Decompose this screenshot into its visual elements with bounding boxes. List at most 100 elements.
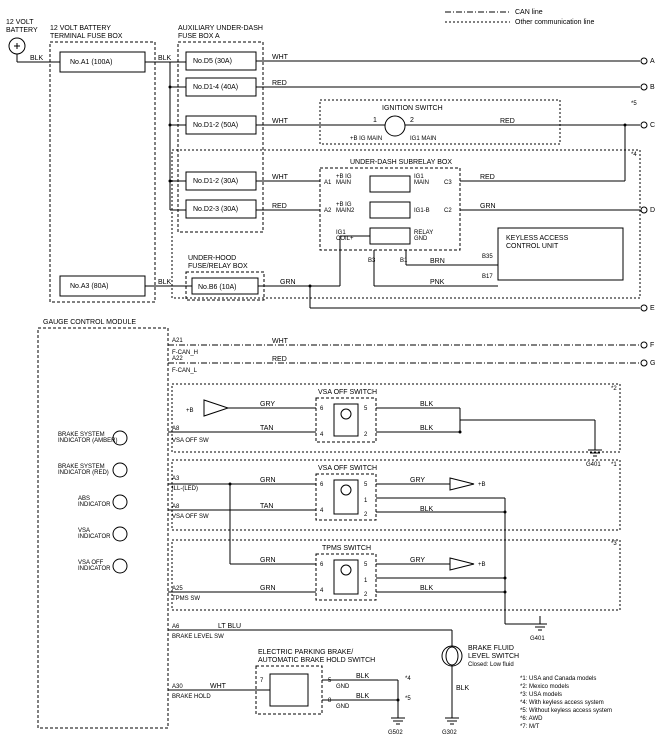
svg-text:*5: *5 [631, 101, 637, 107]
svg-text:No.D1-4 (40A): No.D1-4 (40A) [193, 84, 238, 91]
svg-text:4: 4 [320, 432, 324, 438]
svg-text:TERMINAL FUSE BOX: TERMINAL FUSE BOX [50, 33, 123, 40]
svg-text:*3: USA models: *3: USA models [520, 692, 562, 698]
svg-text:ILL-(LED): ILL-(LED) [172, 486, 198, 492]
svg-text:GRN: GRN [480, 203, 496, 210]
svg-text:GRN: GRN [260, 585, 276, 592]
svg-text:BLK: BLK [420, 585, 434, 592]
svg-text:A: A [650, 58, 655, 65]
keyless-access-unit: KEYLESS ACCESS CONTROL UNIT [498, 228, 623, 280]
svg-text:A3: A3 [172, 476, 180, 482]
svg-text:LT BLU: LT BLU [218, 623, 241, 630]
svg-text:F-CAN_L: F-CAN_L [172, 368, 198, 374]
svg-text:GRY: GRY [410, 477, 425, 484]
svg-text:*2: Mexico models: *2: Mexico models [520, 684, 569, 690]
ground-g502: G502 [388, 730, 403, 736]
svg-text:CONTROL UNIT: CONTROL UNIT [506, 243, 559, 250]
svg-text:RED: RED [480, 174, 495, 181]
under-hood-box: UNDER-HOOD FUSE/RELAY BOX No.B6 (10A) [186, 255, 264, 300]
buffer-icon [204, 400, 228, 416]
svg-text:A8: A8 [172, 426, 180, 432]
svg-text:GRN: GRN [260, 477, 276, 484]
legend: CAN line Other communication line [445, 9, 594, 26]
svg-text:C2: C2 [444, 208, 452, 214]
svg-text:C3: C3 [444, 180, 452, 186]
brake-fluid-switch: BRAKE FLUID LEVEL SWITCH Closed: Low flu… [442, 645, 519, 668]
svg-text:GRN: GRN [260, 557, 276, 564]
svg-text:No.D5 (30A): No.D5 (30A) [193, 58, 232, 65]
svg-text:CAN line: CAN line [515, 9, 543, 16]
svg-text:INDICATOR: INDICATOR [78, 534, 111, 540]
svg-text:BRAKE FLUID: BRAKE FLUID [468, 645, 514, 652]
terminal-fuse-box: 12 VOLT BATTERY TERMINAL FUSE BOX No.A1 … [50, 25, 155, 302]
svg-text:GRY: GRY [410, 557, 425, 564]
svg-text:PNK: PNK [430, 279, 445, 286]
svg-text:BLK: BLK [420, 425, 434, 432]
svg-text:No.B6 (10A): No.B6 (10A) [198, 284, 237, 291]
svg-text:A2: A2 [324, 208, 332, 214]
svg-text:No.D2-3 (30A): No.D2-3 (30A) [193, 206, 238, 213]
svg-text:*5: *5 [405, 696, 411, 702]
svg-text:5: 5 [364, 562, 368, 568]
svg-text:INDICATOR (AMBER): INDICATOR (AMBER) [58, 438, 117, 444]
svg-text:GND: GND [414, 236, 428, 242]
svg-text:TAN: TAN [260, 425, 273, 432]
svg-text:E: E [650, 305, 655, 312]
svg-text:RED: RED [272, 80, 287, 87]
svg-text:AUXILIARY UNDER-DASH: AUXILIARY UNDER-DASH [178, 25, 263, 32]
svg-text:Other communication line: Other communication line [515, 19, 594, 26]
svg-text:AUTOMATIC BRAKE HOLD SWITCH: AUTOMATIC BRAKE HOLD SWITCH [258, 657, 375, 664]
svg-text:12 VOLT BATTERY: 12 VOLT BATTERY [50, 25, 111, 32]
svg-text:B17: B17 [482, 274, 493, 280]
svg-text:A22: A22 [172, 356, 183, 362]
svg-text:8: 8 [328, 698, 332, 704]
svg-text:+B: +B [478, 482, 486, 488]
svg-text:A6: A6 [172, 624, 180, 630]
svg-text:VSA OFF SW: VSA OFF SW [172, 438, 209, 444]
svg-text:5: 5 [364, 482, 368, 488]
svg-text:VSA OFF SWITCH: VSA OFF SWITCH [318, 389, 377, 396]
svg-text:B3: B3 [368, 258, 376, 264]
svg-text:A8: A8 [172, 504, 180, 510]
svg-text:FUSE BOX A: FUSE BOX A [178, 33, 220, 40]
svg-text:*1: *1 [611, 462, 617, 468]
svg-text:BRN: BRN [430, 258, 445, 265]
svg-text:RED: RED [272, 356, 287, 363]
svg-text:G401: G401 [530, 636, 545, 642]
indicator: BRAKE SYSTEMINDICATOR (AMBER) [58, 431, 127, 445]
svg-text:7: 7 [260, 678, 264, 684]
svg-text:A30: A30 [172, 684, 183, 690]
svg-text:GRN: GRN [280, 279, 296, 286]
svg-text:C: C [650, 122, 655, 129]
svg-text:4: 4 [320, 508, 324, 514]
svg-text:5: 5 [364, 406, 368, 412]
svg-text:LEVEL SWITCH: LEVEL SWITCH [468, 653, 519, 660]
svg-text:D: D [650, 207, 655, 214]
wire-blk: BLK [30, 55, 44, 62]
svg-text:IG1-B: IG1-B [414, 208, 430, 214]
svg-text:BRAKE LEVEL SW: BRAKE LEVEL SW [172, 634, 224, 640]
svg-text:+B: +B [478, 562, 486, 568]
svg-text:*1: USA and Canada models: *1: USA and Canada models [520, 676, 596, 682]
svg-text:BLK: BLK [158, 55, 172, 62]
svg-text:GAUGE CONTROL MODULE: GAUGE CONTROL MODULE [43, 319, 136, 326]
svg-text:Closed: Low fluid: Closed: Low fluid [468, 662, 514, 668]
svg-text:6: 6 [320, 482, 324, 488]
svg-text:*3: *3 [611, 541, 617, 547]
svg-text:B1: B1 [400, 258, 408, 264]
svg-text:TPMS SWITCH: TPMS SWITCH [322, 545, 371, 552]
buffer-icon [450, 478, 474, 490]
svg-text:No.A1 (100A): No.A1 (100A) [70, 59, 112, 66]
svg-text:BRAKE HOLD: BRAKE HOLD [172, 694, 211, 700]
svg-text:BLK: BLK [158, 279, 172, 286]
svg-text:2: 2 [410, 117, 414, 124]
svg-text:2: 2 [364, 432, 368, 438]
svg-text:GRY: GRY [260, 401, 275, 408]
svg-text:TAN: TAN [260, 503, 273, 510]
vsa-off-switch-1: VSA OFF SWITCH 65 42 [316, 389, 377, 442]
svg-text:BLK: BLK [456, 685, 470, 692]
epb-switch: ELECTRIC PARKING BRAKE/ AUTOMATIC BRAKE … [256, 649, 375, 714]
svg-text:COIL+: COIL+ [336, 236, 354, 242]
svg-text:KEYLESS ACCESS: KEYLESS ACCESS [506, 235, 569, 242]
svg-text:VSA OFF SW: VSA OFF SW [172, 514, 209, 520]
